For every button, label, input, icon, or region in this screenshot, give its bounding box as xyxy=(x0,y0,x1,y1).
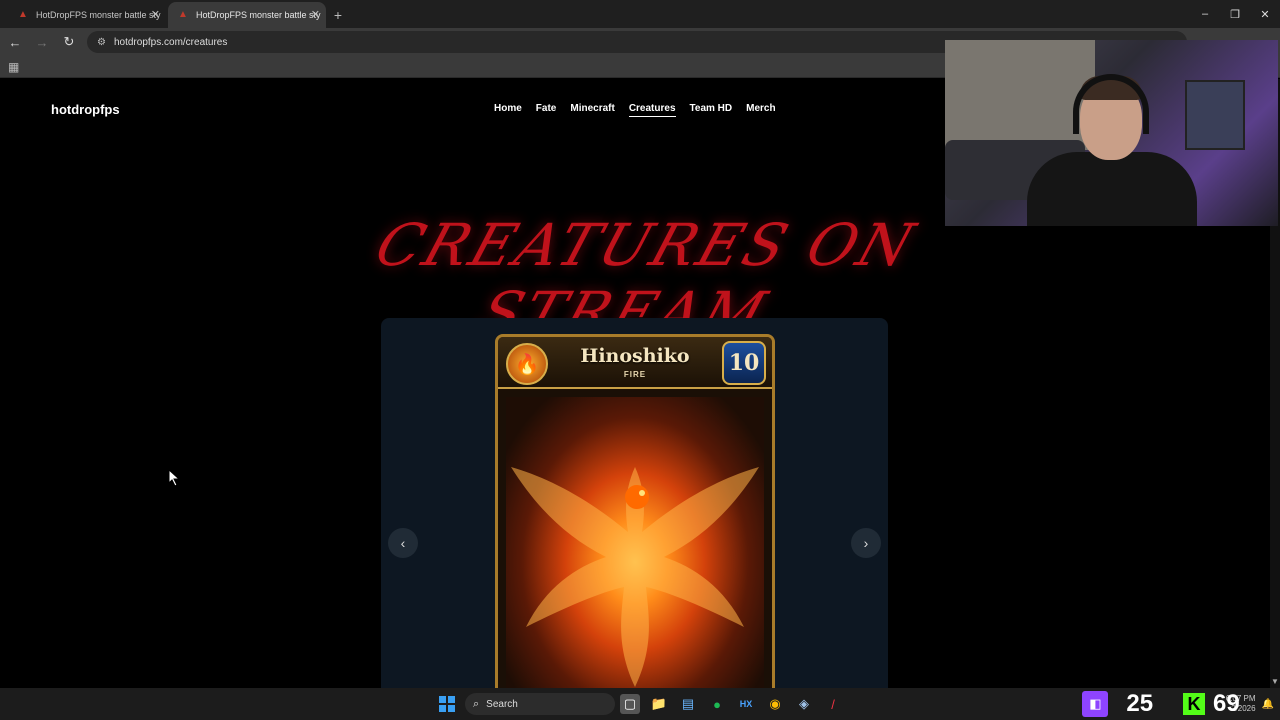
nav-link-creatures[interactable]: Creatures xyxy=(628,103,676,117)
forward-button[interactable]: → xyxy=(30,30,54,54)
chrome-icon[interactable]: ◉ xyxy=(765,694,785,714)
taskbar-apps: ▢ 📁 ▤ ● HX ◉ ◈ / xyxy=(620,694,843,714)
twitch-icon[interactable]: ◧ xyxy=(1082,691,1109,717)
mouse-cursor-icon xyxy=(169,470,181,486)
site-brand[interactable]: hotdropfps xyxy=(51,102,120,117)
creature-card: 🔥 Hinoshiko FIRE 10 xyxy=(495,334,775,688)
window-controls: – ❐ ✕ xyxy=(1190,0,1280,28)
system-tray: ◧ 25 K 69 6:07 PM 2/2026 🔔 xyxy=(1082,688,1280,720)
tab-title: HotDropFPS monster battle sty xyxy=(196,10,321,20)
windows-taskbar: ⌕ Search ▢ 📁 ▤ ● HX ◉ ◈ / ◧ 25 K 69 6:07… xyxy=(0,688,1280,720)
apps-grid-icon[interactable]: ▦ xyxy=(8,60,19,74)
app-icon[interactable]: / xyxy=(823,694,843,714)
close-window-button[interactable]: ✕ xyxy=(1250,0,1280,28)
steam-icon[interactable]: ◈ xyxy=(794,694,814,714)
restore-button[interactable]: ❐ xyxy=(1220,0,1250,28)
site-info-icon[interactable]: ⚙ xyxy=(97,37,106,48)
card-level: 10 xyxy=(722,341,766,385)
notification-bell-icon[interactable]: 🔔 xyxy=(1262,699,1274,710)
close-tab-icon[interactable]: ✕ xyxy=(311,8,320,21)
search-icon: ⌕ xyxy=(473,697,480,710)
site-favicon-icon: ▲ xyxy=(18,9,28,20)
back-button[interactable]: ← xyxy=(3,30,27,54)
nav-link-fate[interactable]: Fate xyxy=(536,103,557,117)
shirt-logo xyxy=(1065,172,1175,212)
nav-link-home[interactable]: Home xyxy=(494,103,522,117)
scroll-down-icon[interactable]: ▼ xyxy=(1271,677,1279,686)
carousel-prev-button[interactable]: ‹ xyxy=(388,528,418,558)
browser-tab[interactable]: ▲ HotDropFPS monster battle sty ✕ xyxy=(8,2,166,28)
nav-link-team-hd[interactable]: Team HD xyxy=(690,103,733,117)
tray-counter: 25 xyxy=(1126,690,1154,717)
taskbar-search-label: Search xyxy=(486,698,518,710)
browser-tab-active[interactable]: ▲ HotDropFPS monster battle sty ✕ xyxy=(168,2,326,28)
nav-link-minecraft[interactable]: Minecraft xyxy=(570,103,614,117)
creature-carousel: ‹ › 🔥 Hinoshiko FIRE 10 xyxy=(381,318,888,688)
task-view-icon[interactable]: ▢ xyxy=(620,694,640,714)
hud-fx-icon[interactable]: HX xyxy=(736,694,756,714)
nav-link-merch[interactable]: Merch xyxy=(746,103,775,117)
webcam-overlay xyxy=(945,40,1278,226)
notepad-icon[interactable]: ▤ xyxy=(678,694,698,714)
phoenix-silhouette xyxy=(511,467,759,687)
site-nav: Home Fate Minecraft Creatures Team HD Me… xyxy=(494,103,776,117)
tray-counter-2: 69 xyxy=(1213,690,1240,717)
taskbar-search[interactable]: ⌕ Search xyxy=(465,693,615,715)
start-button[interactable] xyxy=(439,696,455,712)
file-explorer-icon[interactable]: 📁 xyxy=(649,694,669,714)
spotify-icon[interactable]: ● xyxy=(707,694,727,714)
browser-tab-bar: ▲ HotDropFPS monster battle sty ✕ ▲ HotD… xyxy=(0,0,1280,28)
carousel-next-button[interactable]: › xyxy=(851,528,881,558)
phoenix-artwork xyxy=(506,397,764,688)
close-tab-icon[interactable]: ✕ xyxy=(151,8,160,21)
kick-icon[interactable]: K xyxy=(1183,693,1206,715)
cam-window xyxy=(1185,80,1245,150)
new-tab-button[interactable]: + xyxy=(326,2,350,28)
url-text: hotdropfps.com/creatures xyxy=(113,36,228,48)
tab-title: HotDropFPS monster battle sty xyxy=(36,10,161,20)
reload-button[interactable]: ↻ xyxy=(57,30,81,54)
minimize-button[interactable]: – xyxy=(1190,0,1220,28)
site-favicon-icon: ▲ xyxy=(178,9,188,20)
